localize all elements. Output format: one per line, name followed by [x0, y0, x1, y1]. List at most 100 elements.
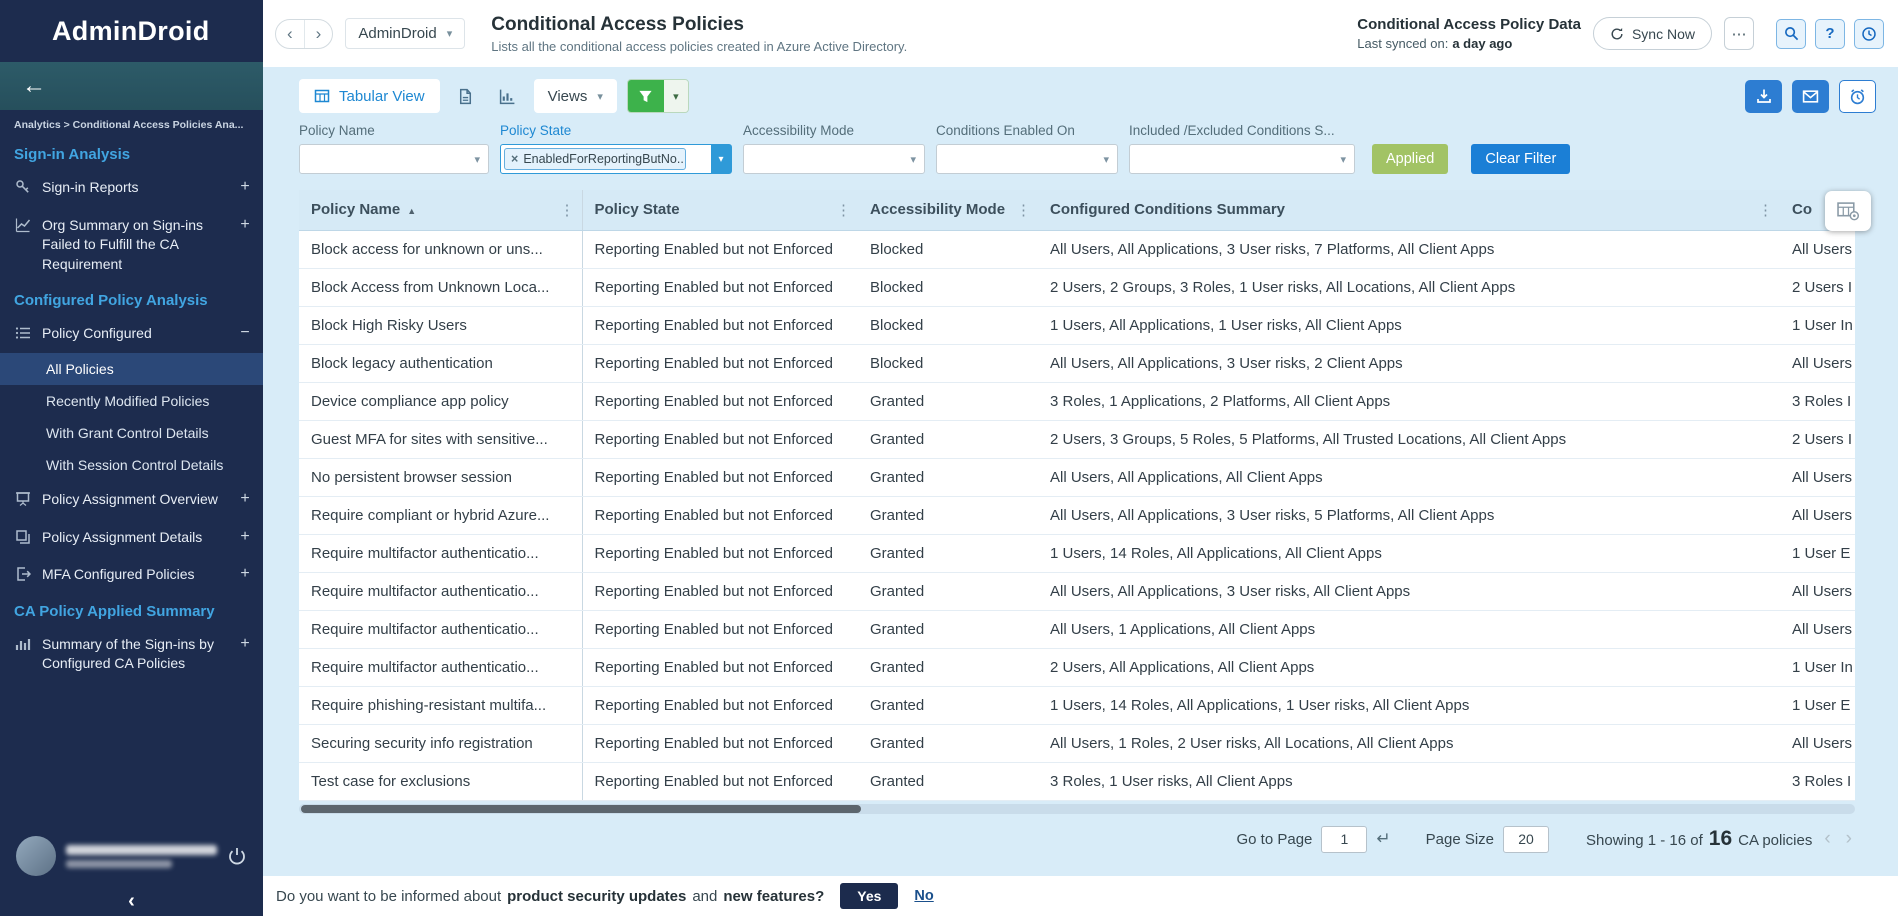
column-chooser-button[interactable]: [1825, 191, 1871, 231]
sidebar-subitem-with-grant-control-details[interactable]: With Grant Control Details: [0, 417, 263, 449]
expand-plus-icon[interactable]: +: [239, 216, 251, 234]
table-row[interactable]: Block access for unknown or uns... Repor…: [299, 230, 1855, 268]
prev-page-button[interactable]: ‹: [1821, 828, 1833, 850]
table-row[interactable]: Require compliant or hybrid Azure... Rep…: [299, 496, 1855, 534]
table-row[interactable]: Securing security info registration Repo…: [299, 724, 1855, 762]
conditions-enabled-on-filter-select[interactable]: ▾: [936, 144, 1118, 174]
cell-policy-state: Reporting Enabled but not Enforced: [582, 268, 858, 306]
table-row[interactable]: Guest MFA for sites with sensitive... Re…: [299, 420, 1855, 458]
export-report-button[interactable]: [450, 79, 482, 113]
expand-plus-icon[interactable]: +: [239, 565, 251, 583]
sidebar-subitem-recently-modified-policies[interactable]: Recently Modified Policies: [0, 385, 263, 417]
search-button[interactable]: [1776, 19, 1806, 49]
more-options-button[interactable]: ⋯: [1724, 17, 1754, 50]
accessibility-mode-filter-select[interactable]: ▾: [743, 144, 925, 174]
sidebar-item-org-summary-signins[interactable]: Org Summary on Sign-ins Failed to Fulfil…: [0, 207, 263, 284]
column-header-policy-state[interactable]: Policy State ⋮: [582, 190, 858, 230]
sidebar-subitem-all-policies[interactable]: All Policies: [0, 353, 263, 385]
views-label: Views: [548, 88, 588, 105]
sidebar-item-sign-in-reports[interactable]: Sign-in Reports +: [0, 169, 263, 207]
notify-yes-button[interactable]: Yes: [840, 883, 898, 909]
table-row[interactable]: Test case for exclusions Reporting Enabl…: [299, 762, 1855, 800]
policy-state-filter-select[interactable]: × EnabledForReportingButNo... ▾: [500, 144, 732, 174]
cell-clipped-column: 2 Users I: [1780, 268, 1855, 306]
schedule-report-button[interactable]: [1839, 80, 1876, 113]
next-page-button[interactable]: ›: [1843, 828, 1855, 850]
cell-clipped-column: 3 Roles I: [1780, 382, 1855, 420]
tabular-view-label: Tabular View: [339, 88, 425, 105]
table-row[interactable]: Require multifactor authenticatio... Rep…: [299, 534, 1855, 572]
expand-plus-icon[interactable]: +: [239, 178, 251, 196]
expand-plus-icon[interactable]: +: [239, 490, 251, 508]
app-selector-dropdown[interactable]: AdminDroid ▾: [345, 18, 465, 49]
column-header-configured-conditions-summary[interactable]: Configured Conditions Summary ⋮: [1038, 190, 1780, 230]
views-dropdown[interactable]: Views ▾: [534, 79, 617, 113]
chevron-down-icon[interactable]: ▾: [711, 145, 731, 173]
help-button[interactable]: ?: [1815, 19, 1845, 49]
expand-plus-icon[interactable]: +: [239, 635, 251, 653]
sync-now-button[interactable]: Sync Now: [1593, 17, 1712, 50]
sidebar-collapse-button[interactable]: ‹: [0, 886, 263, 916]
chip-remove-icon[interactable]: ×: [511, 152, 518, 166]
chip-label: EnabledForReportingButNo...: [523, 152, 686, 166]
sidebar-subitem-with-session-control-details[interactable]: With Session Control Details: [0, 449, 263, 481]
report-table-zone: Policy Name▲ ⋮ Policy State ⋮ Accessibil…: [299, 190, 1855, 814]
policy-name-filter-select[interactable]: ▾: [299, 144, 489, 174]
table-row[interactable]: Block legacy authentication Reporting En…: [299, 344, 1855, 382]
sidebar-item-signin-summary-by-ca-policies[interactable]: Summary of the Sign-ins by Configured CA…: [0, 626, 263, 683]
sidebar-item-mfa-configured-policies[interactable]: MFA Configured Policies +: [0, 556, 263, 594]
table-row[interactable]: No persistent browser session Reporting …: [299, 458, 1855, 496]
applied-button[interactable]: Applied: [1372, 144, 1448, 174]
goto-page-input[interactable]: [1321, 826, 1367, 853]
power-signout-icon[interactable]: [227, 846, 247, 866]
table-row[interactable]: Device compliance app policy Reporting E…: [299, 382, 1855, 420]
list-icon: [15, 325, 32, 341]
table-row[interactable]: Require multifactor authenticatio... Rep…: [299, 572, 1855, 610]
cell-policy-name: Require multifactor authenticatio...: [299, 648, 582, 686]
column-menu-icon[interactable]: ⋮: [836, 201, 851, 219]
sidebar-item-policy-configured[interactable]: Policy Configured −: [0, 315, 263, 353]
column-header-accessibility-mode[interactable]: Accessibility Mode ⋮: [858, 190, 1038, 230]
column-menu-icon[interactable]: ⋮: [560, 201, 575, 219]
table-row[interactable]: Require multifactor authenticatio... Rep…: [299, 648, 1855, 686]
nav-back-button[interactable]: ‹: [276, 20, 304, 48]
clear-filter-button[interactable]: Clear Filter: [1471, 144, 1570, 174]
table-row[interactable]: Require phishing-resistant multifa... Re…: [299, 686, 1855, 724]
page-size-input[interactable]: [1503, 826, 1549, 853]
table-row[interactable]: Require multifactor authenticatio... Rep…: [299, 610, 1855, 648]
cell-accessibility-mode: Blocked: [858, 344, 1038, 382]
column-menu-icon[interactable]: ⋮: [1758, 201, 1773, 219]
column-menu-icon[interactable]: ⋮: [1016, 201, 1031, 219]
cell-conditions-summary: 3 Roles, 1 Applications, 2 Platforms, Al…: [1038, 382, 1780, 420]
filter-dropdown-button[interactable]: ▾: [664, 80, 688, 112]
tab-tabular-view[interactable]: Tabular View: [299, 79, 440, 113]
cell-accessibility-mode: Granted: [858, 648, 1038, 686]
chart-view-button[interactable]: [492, 79, 524, 113]
report-history-button[interactable]: [1854, 19, 1884, 49]
download-icon: [1756, 88, 1772, 104]
filter-chip[interactable]: × EnabledForReportingButNo...: [504, 148, 686, 170]
nav-forward-button[interactable]: ›: [304, 20, 333, 48]
user-profile[interactable]: [0, 826, 263, 886]
collapse-minus-icon[interactable]: −: [239, 324, 251, 342]
sidebar-item-policy-assignment-details[interactable]: Policy Assignment Details +: [0, 519, 263, 557]
email-report-button[interactable]: [1792, 80, 1829, 113]
download-report-button[interactable]: [1745, 80, 1782, 113]
table-body: Block access for unknown or uns... Repor…: [299, 230, 1855, 800]
scrollbar-thumb[interactable]: [301, 805, 861, 813]
app-window: AdminDroid ← Analytics > Conditional Acc…: [0, 0, 1898, 916]
document-export-icon: [457, 88, 474, 105]
table-row[interactable]: Block Access from Unknown Loca... Report…: [299, 268, 1855, 306]
included-excluded-conditions-filter-select[interactable]: ▾: [1129, 144, 1355, 174]
filter-button[interactable]: [628, 80, 664, 112]
column-header-policy-name[interactable]: Policy Name▲ ⋮: [299, 190, 582, 230]
app-selector-label: AdminDroid: [358, 25, 436, 42]
expand-plus-icon[interactable]: +: [239, 528, 251, 546]
bar-chart-icon: [15, 636, 32, 652]
notify-no-link[interactable]: No: [914, 888, 933, 904]
table-row[interactable]: Block High Risky Users Reporting Enabled…: [299, 306, 1855, 344]
sidebar-back-button[interactable]: ←: [0, 62, 263, 110]
horizontal-scrollbar[interactable]: [299, 804, 1855, 814]
sidebar-item-policy-assignment-overview[interactable]: Policy Assignment Overview +: [0, 481, 263, 519]
table-scroll-container[interactable]: Policy Name▲ ⋮ Policy State ⋮ Accessibil…: [299, 190, 1855, 801]
